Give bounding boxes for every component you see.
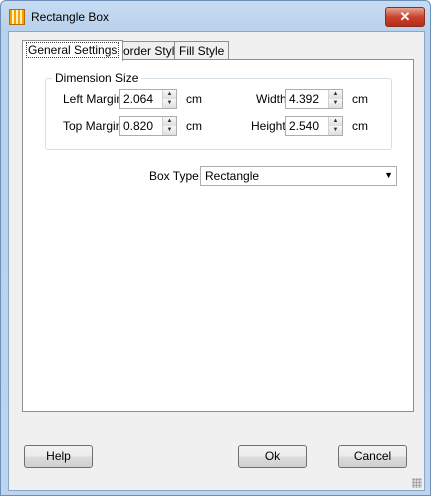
box-type-value: Rectangle	[205, 169, 260, 183]
group-title: Dimension Size	[52, 71, 142, 85]
width-label: Width	[256, 92, 287, 106]
left-margin-spinner[interactable]: 2.064 ▲ ▼	[119, 89, 177, 109]
title-bar[interactable]: Rectangle Box ✕	[1, 1, 430, 31]
width-spinner[interactable]: 4.392 ▲ ▼	[285, 89, 343, 109]
tab-general-settings[interactable]: General Settings	[22, 40, 124, 61]
left-margin-value[interactable]: 2.064	[123, 92, 153, 106]
box-type-select[interactable]: Rectangle ▼	[200, 166, 397, 186]
spin-down-icon[interactable]: ▼	[163, 99, 176, 108]
dialog-window: Rectangle Box ✕ General Settings Border …	[0, 0, 431, 496]
unit-label: cm	[352, 119, 368, 133]
dialog-client-area: General Settings Border Style Fill Style…	[8, 31, 425, 491]
top-margin-value[interactable]: 0.820	[123, 119, 153, 133]
tab-label: Border Style	[115, 44, 182, 58]
general-settings-panel: Dimension Size Left Margin 2.064 ▲ ▼ cm T…	[22, 59, 414, 412]
close-button[interactable]: ✕	[385, 7, 425, 27]
cancel-button[interactable]: Cancel	[338, 445, 407, 468]
spin-down-icon[interactable]: ▼	[163, 126, 176, 135]
top-margin-label: Top Margin	[63, 119, 123, 133]
window-title: Rectangle Box	[31, 10, 110, 24]
height-label: Height	[251, 119, 286, 133]
height-spinner[interactable]: 2.540 ▲ ▼	[285, 116, 343, 136]
tab-label: General Settings	[25, 42, 120, 58]
width-value[interactable]: 4.392	[289, 92, 319, 106]
height-value[interactable]: 2.540	[289, 119, 319, 133]
spin-down-icon[interactable]: ▼	[329, 99, 342, 108]
help-button[interactable]: Help	[24, 445, 93, 468]
tab-fill-style[interactable]: Fill Style	[174, 41, 230, 60]
tab-label: Fill Style	[179, 44, 225, 58]
dropdown-arrow-icon[interactable]: ▼	[384, 170, 393, 180]
unit-label: cm	[352, 92, 368, 106]
unit-label: cm	[186, 92, 202, 106]
spin-down-icon[interactable]: ▼	[329, 126, 342, 135]
box-type-label: Box Type	[149, 169, 199, 183]
left-margin-label: Left Margin	[63, 92, 124, 106]
top-margin-spinner[interactable]: 0.820 ▲ ▼	[119, 116, 177, 136]
dimension-size-group: Dimension Size Left Margin 2.064 ▲ ▼ cm T…	[45, 71, 392, 150]
unit-label: cm	[186, 119, 202, 133]
resize-grip-icon[interactable]	[412, 478, 422, 488]
app-icon	[9, 9, 25, 25]
ok-button[interactable]: Ok	[238, 445, 307, 468]
